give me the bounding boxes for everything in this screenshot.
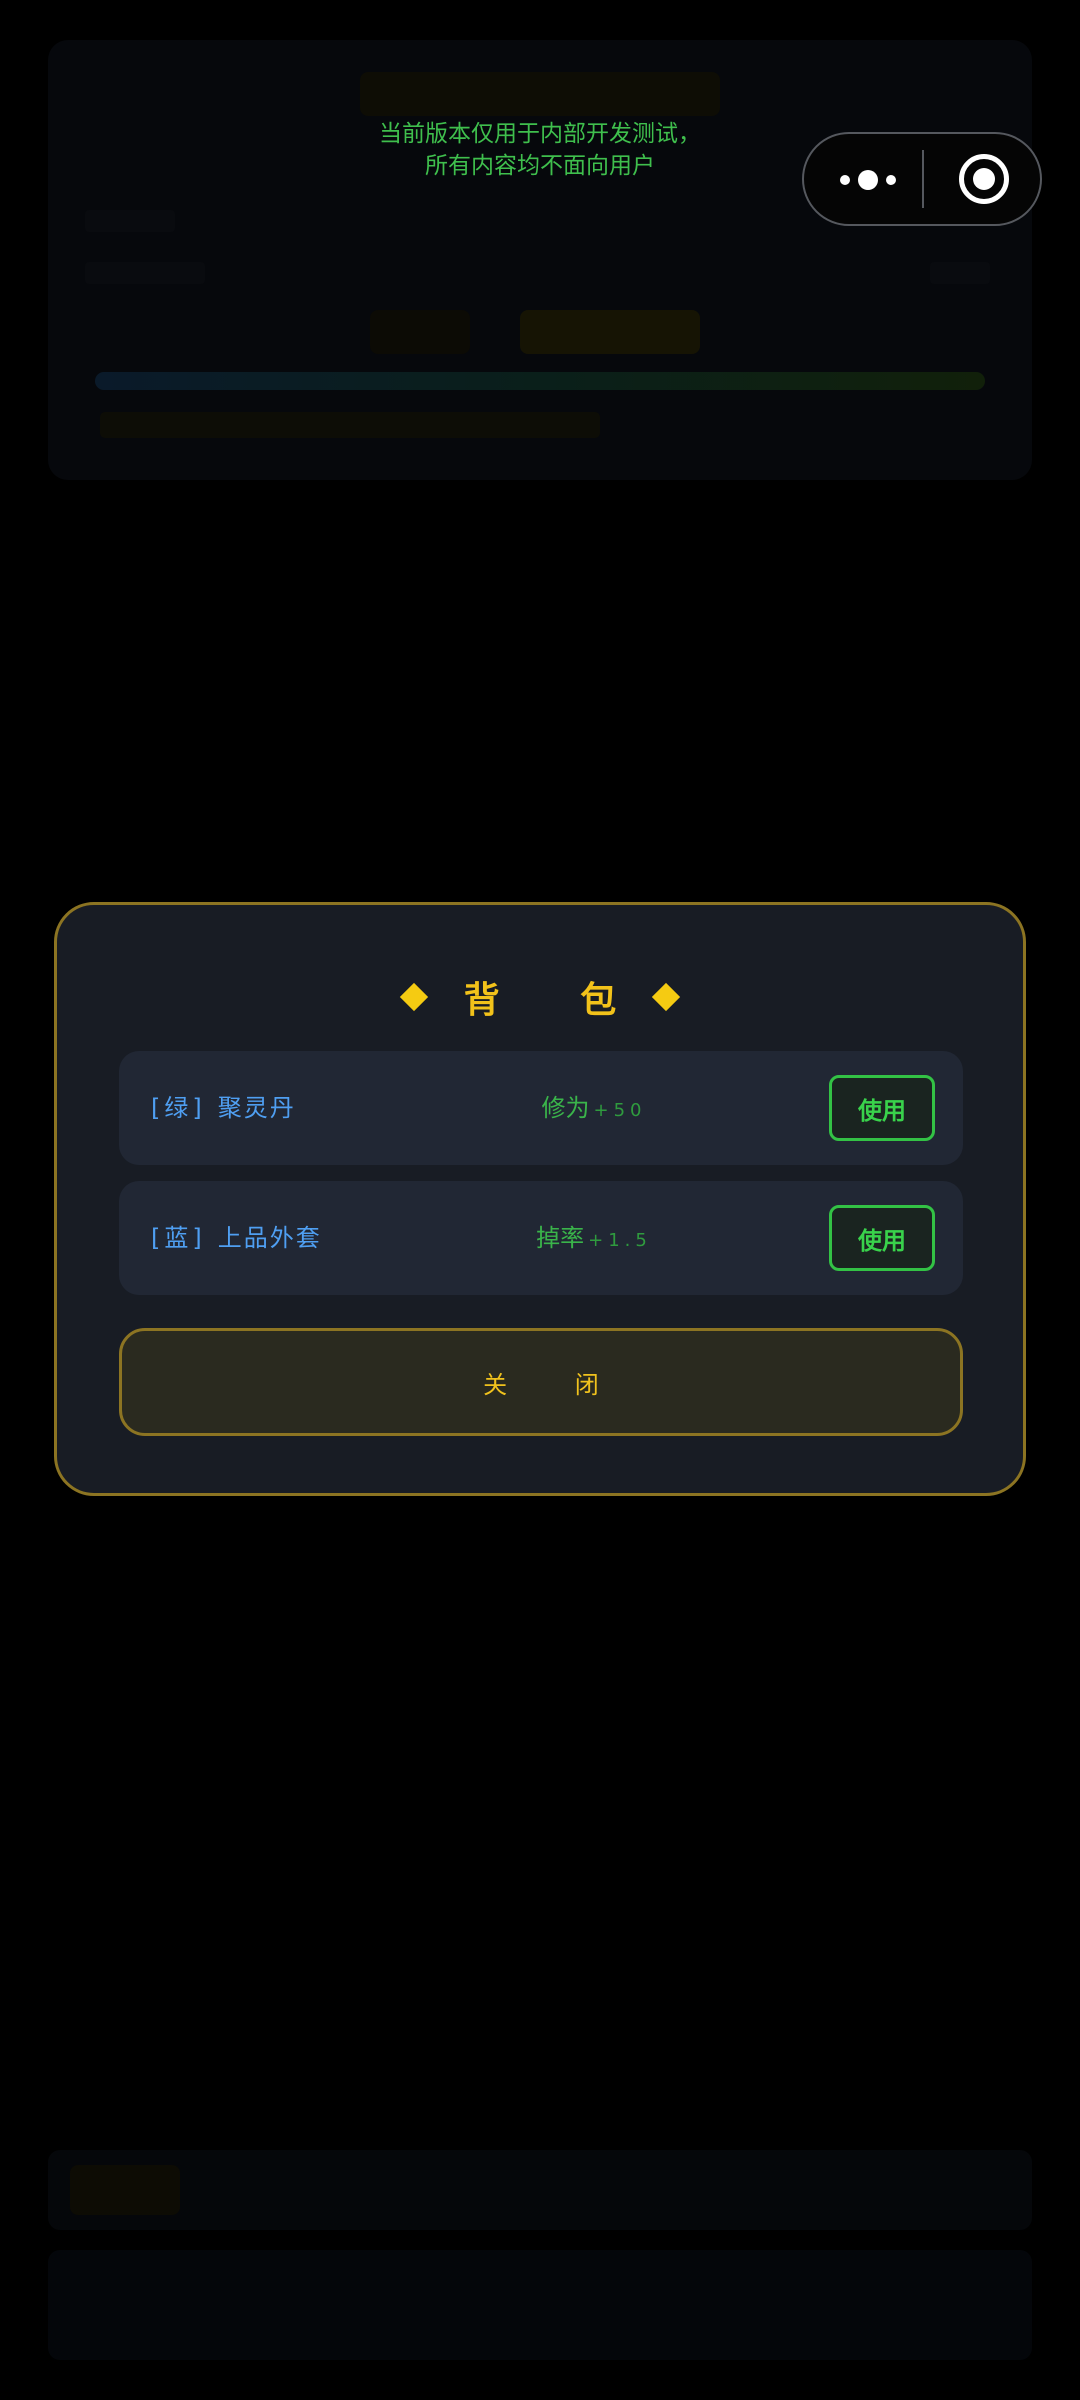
bg-bottom-nav — [48, 2250, 1032, 2360]
list-item: [蓝] 上品外套 掉率 +1.5 使用 — [119, 1181, 963, 1295]
bg-button — [520, 310, 700, 354]
bg-progress-bar — [95, 372, 985, 390]
item-grade: [蓝] — [151, 1224, 206, 1252]
item-effect: 掉率 +1.5 — [509, 1181, 679, 1295]
item-effect-value: +50 — [593, 1100, 647, 1121]
dev-notice-line: 当前版本仅用于内部开发测试， — [379, 121, 701, 147]
bg-button — [370, 310, 470, 354]
dev-notice: 当前版本仅用于内部开发测试， 所有内容均不面向用户 — [300, 118, 780, 182]
target-close-icon[interactable] — [959, 154, 1009, 204]
diamond-icon — [652, 982, 681, 1012]
dot — [886, 175, 896, 185]
item-effect: 修为 +50 — [509, 1051, 679, 1165]
dot — [858, 170, 878, 190]
capsule-divider — [922, 150, 924, 208]
miniprogram-capsule — [802, 132, 1042, 226]
dot — [840, 175, 850, 185]
bg-stat — [85, 210, 175, 232]
modal-title: 背 包 — [57, 967, 1023, 1027]
close-button[interactable]: 关 闭 — [119, 1328, 963, 1436]
item-effect-label: 修为 — [541, 1094, 590, 1122]
list-item: [绿] 聚灵丹 修为 +50 使用 — [119, 1051, 963, 1165]
item-effect-value: +1.5 — [588, 1230, 652, 1251]
diamond-icon — [399, 982, 428, 1012]
dev-notice-line: 所有内容均不面向用户 — [425, 153, 655, 179]
use-button[interactable]: 使用 — [829, 1075, 935, 1141]
modal-title-text: 背 包 — [463, 980, 651, 1021]
bg-title-bar — [360, 72, 720, 116]
bg-progress-text — [100, 412, 600, 438]
item-name-text: 聚灵丹 — [217, 1094, 296, 1122]
item-grade: [绿] — [151, 1094, 206, 1122]
target-close-icon-center — [973, 168, 995, 190]
use-button[interactable]: 使用 — [829, 1205, 935, 1271]
bg-stat — [930, 262, 990, 284]
bg-stat — [85, 262, 205, 284]
more-dots-icon[interactable] — [834, 158, 914, 202]
bg-tab-active — [70, 2165, 180, 2215]
item-name-text: 上品外套 — [217, 1224, 322, 1252]
item-name: [绿] 聚灵丹 — [151, 1051, 296, 1165]
item-effect-label: 掉率 — [536, 1224, 585, 1252]
bg-tab-bar — [48, 2150, 1032, 2230]
backpack-modal: 背 包 [绿] 聚灵丹 修为 +50 使用 [蓝] 上品外套 掉率 +1.5 使用 关 … — [54, 902, 1026, 1496]
item-name: [蓝] 上品外套 — [151, 1181, 322, 1295]
